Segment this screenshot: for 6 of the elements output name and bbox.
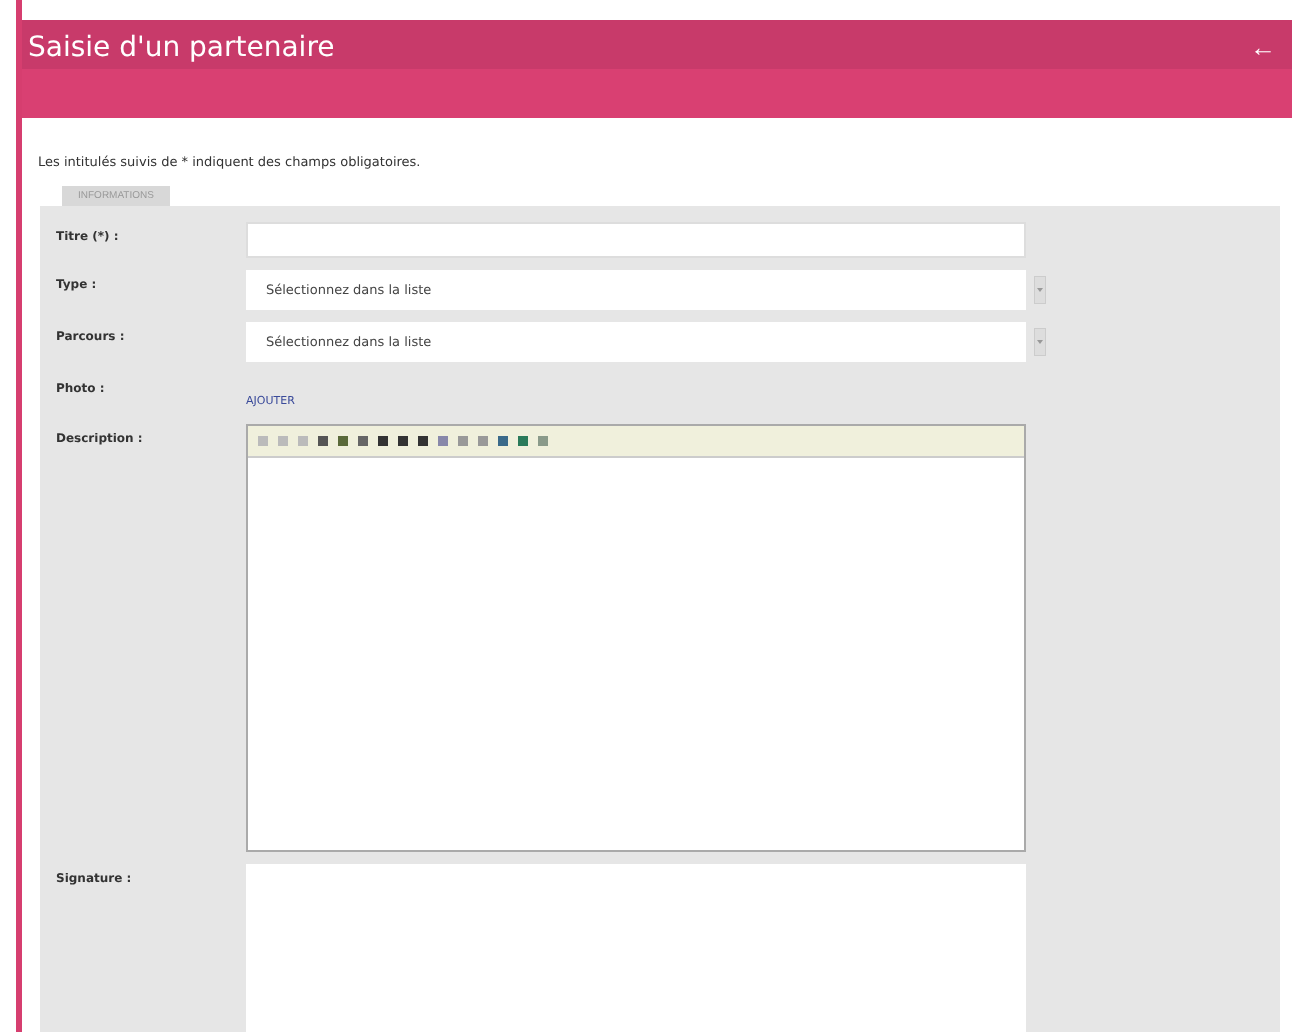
dropdown-arrow-icon[interactable] [1034,328,1046,356]
page-title: Saisie d'un partenaire [26,32,335,64]
signature-field[interactable] [246,864,1026,1032]
dropdown-arrow-icon[interactable] [1034,276,1046,304]
back-button[interactable]: ← [1250,32,1276,62]
text-field[interactable] [246,222,1026,258]
